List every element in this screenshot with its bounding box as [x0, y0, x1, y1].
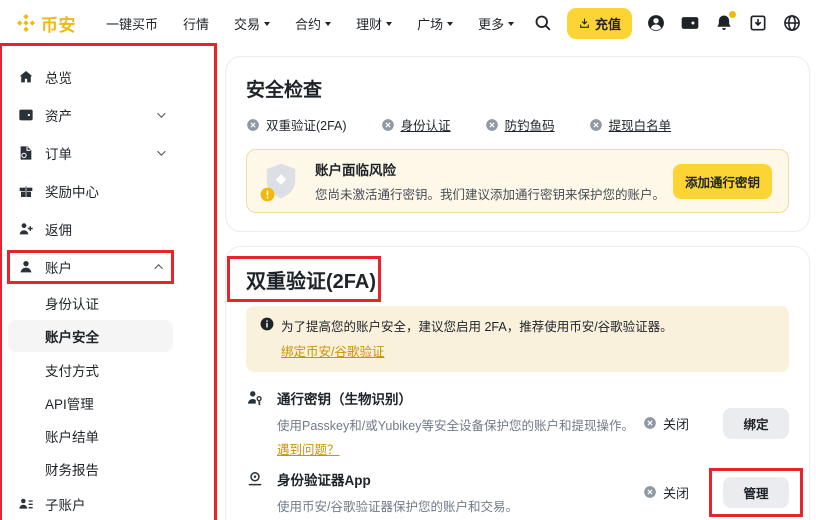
sidebar-subitem-account-security[interactable]: 账户安全	[8, 320, 173, 352]
passkey-title: 通行密钥（生物识别）	[277, 388, 643, 408]
security-check-list: 双重验证(2FA) 身份认证 防钓鱼码 提现白名单	[246, 115, 789, 134]
account-risk-warning: 账户面临风险 您尚未激活通行密钥。我们建议添加通行密钥来保护您的账户。 添加通行…	[246, 149, 789, 213]
passkey-status: 关闭	[643, 414, 707, 433]
nav-earn[interactable]: 理财	[356, 14, 392, 33]
authenticator-manage-button[interactable]: 管理	[723, 477, 789, 508]
row-authenticator-app: 身份验证器App 使用币安/谷歌验证器保护您的账户和交易。 关闭 管理	[246, 469, 789, 515]
brand-name: 币安	[41, 11, 76, 36]
orders-icon	[18, 145, 34, 161]
warning-badge-icon	[260, 187, 275, 202]
referral-icon	[18, 221, 34, 237]
twofa-title: 双重验证(2FA)	[246, 265, 376, 294]
sidebar-item-assets[interactable]: 资产	[8, 96, 173, 134]
user-avatar-icon[interactable]	[646, 13, 666, 33]
twofa-info-box: 为了提高您的账户安全，建议您启用 2FA，推荐使用币安/谷歌验证器。 绑定币安/…	[246, 306, 789, 372]
security-check-card: 安全检查 双重验证(2FA) 身份认证 防钓鱼码 提现白名单	[225, 56, 810, 232]
passkey-icon	[246, 389, 264, 407]
security-check-title: 安全检查	[246, 75, 789, 102]
check-item-2fa: 双重验证(2FA)	[246, 115, 347, 134]
navbar-right: 充值	[533, 8, 802, 39]
chevron-down-icon	[157, 109, 165, 117]
passkey-help-link[interactable]: 遇到问题？	[277, 439, 340, 458]
circle-x-icon	[589, 118, 603, 132]
circle-x-icon	[643, 485, 657, 499]
rewards-icon	[18, 183, 34, 199]
chevron-down-icon	[325, 22, 331, 26]
sidebar-item-subaccount[interactable]: 子账户	[8, 485, 173, 520]
add-passkey-button[interactable]: 添加通行密钥	[673, 164, 772, 199]
twofa-card: 双重验证(2FA) 为了提高您的账户安全，建议您启用 2FA，推荐使用币安/谷歌…	[225, 246, 810, 520]
home-icon	[18, 69, 34, 85]
notification-dot	[729, 11, 736, 18]
notifications[interactable]	[714, 13, 734, 33]
sidebar-item-overview[interactable]: 总览	[8, 58, 173, 96]
circle-x-icon	[643, 416, 657, 430]
circle-x-icon	[381, 118, 395, 132]
check-item-identity[interactable]: 身份认证	[381, 115, 451, 134]
row-passkey: 通行密钥（生物识别） 使用Passkey和/或Yubikey等安全设备保护您的账…	[246, 388, 789, 458]
authenticator-icon	[246, 470, 264, 488]
sidebar-subitem-payment-methods[interactable]: 支付方式	[8, 353, 173, 386]
sidebar-item-referral[interactable]: 返佣	[8, 210, 173, 248]
sidebar-subitem-financial-reports[interactable]: 财务报告	[8, 452, 173, 485]
sidebar-subitem-api-management[interactable]: API管理	[8, 386, 173, 419]
sidebar-item-rewards[interactable]: 奖励中心	[8, 172, 173, 210]
nav-markets[interactable]: 行情	[183, 14, 209, 33]
nav-square[interactable]: 广场	[417, 14, 453, 33]
search-icon[interactable]	[533, 13, 553, 33]
main-content: 安全检查 双重验证(2FA) 身份认证 防钓鱼码 提现白名单	[225, 56, 810, 520]
circle-x-icon	[246, 118, 260, 132]
warning-desc: 您尚未激活通行密钥。我们建议添加通行密钥来保护您的账户。	[315, 184, 665, 203]
nav-futures[interactable]: 合约	[295, 14, 331, 33]
authenticator-title: 身份验证器App	[277, 469, 643, 489]
passkey-desc: 使用Passkey和/或Yubikey等安全设备保护您的账户和提现操作。	[277, 415, 643, 434]
chevron-down-icon	[508, 22, 514, 26]
binance-logo-icon	[16, 13, 36, 33]
globe-icon[interactable]	[782, 13, 802, 33]
sidebar-subitem-identity-verification[interactable]: 身份认证	[8, 286, 173, 319]
sidebar-subitem-account-statement[interactable]: 账户结单	[8, 419, 173, 452]
deposit-icon	[578, 17, 591, 30]
bind-authenticator-link[interactable]: 绑定币安/谷歌验证	[281, 341, 384, 360]
nav-more[interactable]: 更多	[478, 14, 514, 33]
sidebar: 总览 资产 订单 奖励中心 返佣 账户 身份认证 账户安全 支付方式 API管理…	[0, 46, 216, 520]
chevron-down-icon	[386, 22, 392, 26]
deposit-button[interactable]: 充值	[567, 8, 632, 39]
top-navbar: 币安 一键买币 行情 交易 合约 理财 广场 更多 充值	[0, 0, 816, 46]
main-menu: 一键买币 行情 交易 合约 理财 广场 更多	[106, 14, 514, 33]
chevron-down-icon	[157, 147, 165, 155]
check-item-withdrawal-whitelist[interactable]: 提现白名单	[589, 115, 672, 134]
sidebar-item-account[interactable]: 账户	[8, 248, 173, 286]
account-icon	[18, 259, 34, 275]
circle-x-icon	[485, 118, 499, 132]
warning-title: 账户面临风险	[315, 159, 665, 179]
nav-trade[interactable]: 交易	[234, 14, 270, 33]
subaccount-icon	[18, 496, 34, 512]
check-item-antiphishing[interactable]: 防钓鱼码	[485, 115, 555, 134]
chevron-down-icon	[264, 22, 270, 26]
shield-icon	[263, 160, 301, 202]
info-icon	[260, 317, 274, 331]
wallet-icon[interactable]	[680, 13, 700, 33]
authenticator-status: 关闭	[643, 483, 707, 502]
chevron-up-icon	[154, 264, 162, 272]
twofa-rows: 通行密钥（生物识别） 使用Passkey和/或Yubikey等安全设备保护您的账…	[246, 388, 789, 520]
binance-logo[interactable]: 币安	[16, 11, 76, 36]
chevron-down-icon	[447, 22, 453, 26]
twofa-info-text: 为了提高您的账户安全，建议您启用 2FA，推荐使用币安/谷歌验证器。	[281, 316, 673, 335]
authenticator-desc: 使用币安/谷歌验证器保护您的账户和交易。	[277, 496, 643, 515]
assets-wallet-icon	[18, 107, 34, 123]
passkey-bind-button[interactable]: 绑定	[723, 408, 789, 439]
nav-buy-crypto[interactable]: 一键买币	[106, 14, 158, 33]
sidebar-item-orders[interactable]: 订单	[8, 134, 173, 172]
app-download-icon[interactable]	[748, 13, 768, 33]
